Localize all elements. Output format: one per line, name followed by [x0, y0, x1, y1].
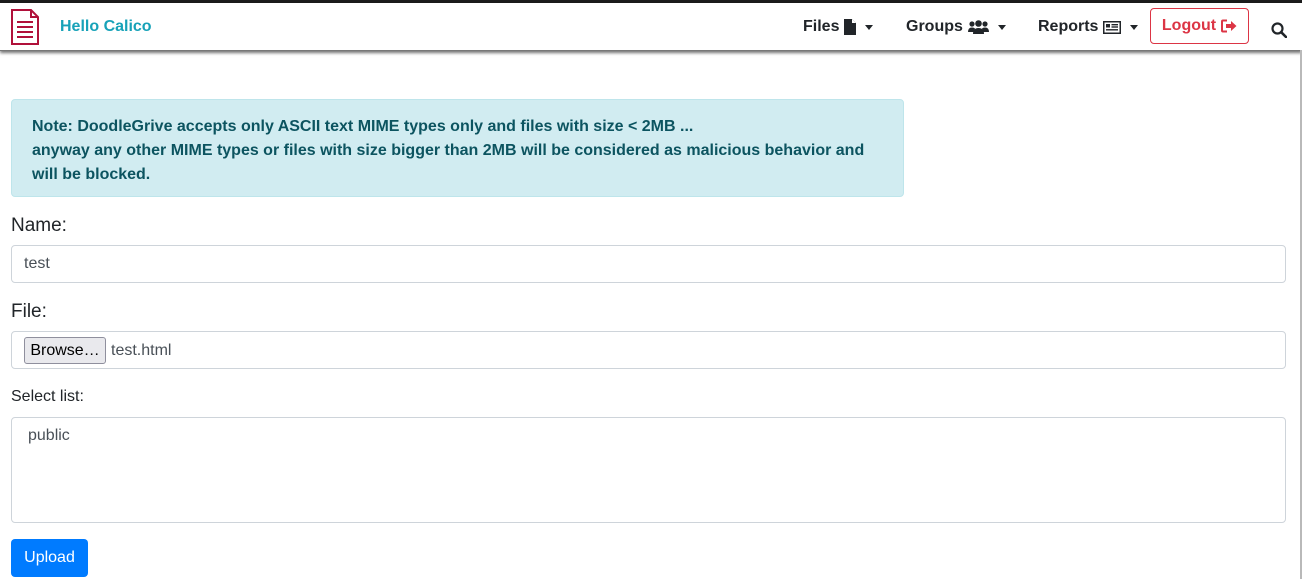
- chevron-down-icon: [997, 24, 1006, 30]
- file-icon: [844, 19, 857, 35]
- chevron-down-icon: [865, 24, 874, 30]
- name-field[interactable]: [11, 245, 1286, 283]
- selected-file-name: test.html: [111, 342, 172, 359]
- nav-reports-label: Reports: [1038, 18, 1099, 35]
- chevron-down-icon: [1130, 24, 1139, 30]
- navbar: Hello Calico Files Groups Reports Logout: [0, 3, 1302, 51]
- brand-link[interactable]: Hello Calico: [60, 18, 152, 36]
- name-label: Name:: [11, 215, 67, 236]
- info-alert: Note: DoodleGrive accepts only ASCII tex…: [11, 99, 904, 197]
- name-input[interactable]: [24, 255, 1264, 273]
- select-list[interactable]: public: [11, 417, 1286, 523]
- nav-groups-dropdown[interactable]: Groups: [906, 18, 1006, 36]
- users-icon: [967, 20, 989, 34]
- upload-button[interactable]: Upload: [11, 539, 88, 577]
- file-label: File:: [11, 301, 47, 322]
- document-icon[interactable]: [10, 9, 40, 45]
- select-option-public[interactable]: public: [28, 427, 70, 445]
- nav-reports-dropdown[interactable]: Reports: [1038, 18, 1139, 36]
- nav-files-dropdown[interactable]: Files: [803, 18, 874, 36]
- logout-label: Logout: [1161, 17, 1217, 34]
- search-icon[interactable]: [1271, 22, 1287, 38]
- alert-line-2: anyway any other MIME types or files wit…: [32, 142, 865, 183]
- nav-files-label: Files: [803, 18, 840, 35]
- newspaper-icon: [1103, 20, 1122, 34]
- file-field[interactable]: Browse… test.html: [11, 331, 1286, 369]
- browse-button[interactable]: Browse…: [24, 337, 106, 364]
- nav-groups-label: Groups: [906, 18, 963, 35]
- alert-line-1: Note: DoodleGrive accepts only ASCII tex…: [32, 118, 694, 135]
- logout-button[interactable]: Logout: [1150, 8, 1249, 44]
- select-list-label: Select list:: [11, 388, 84, 405]
- sign-out-icon: [1221, 19, 1237, 33]
